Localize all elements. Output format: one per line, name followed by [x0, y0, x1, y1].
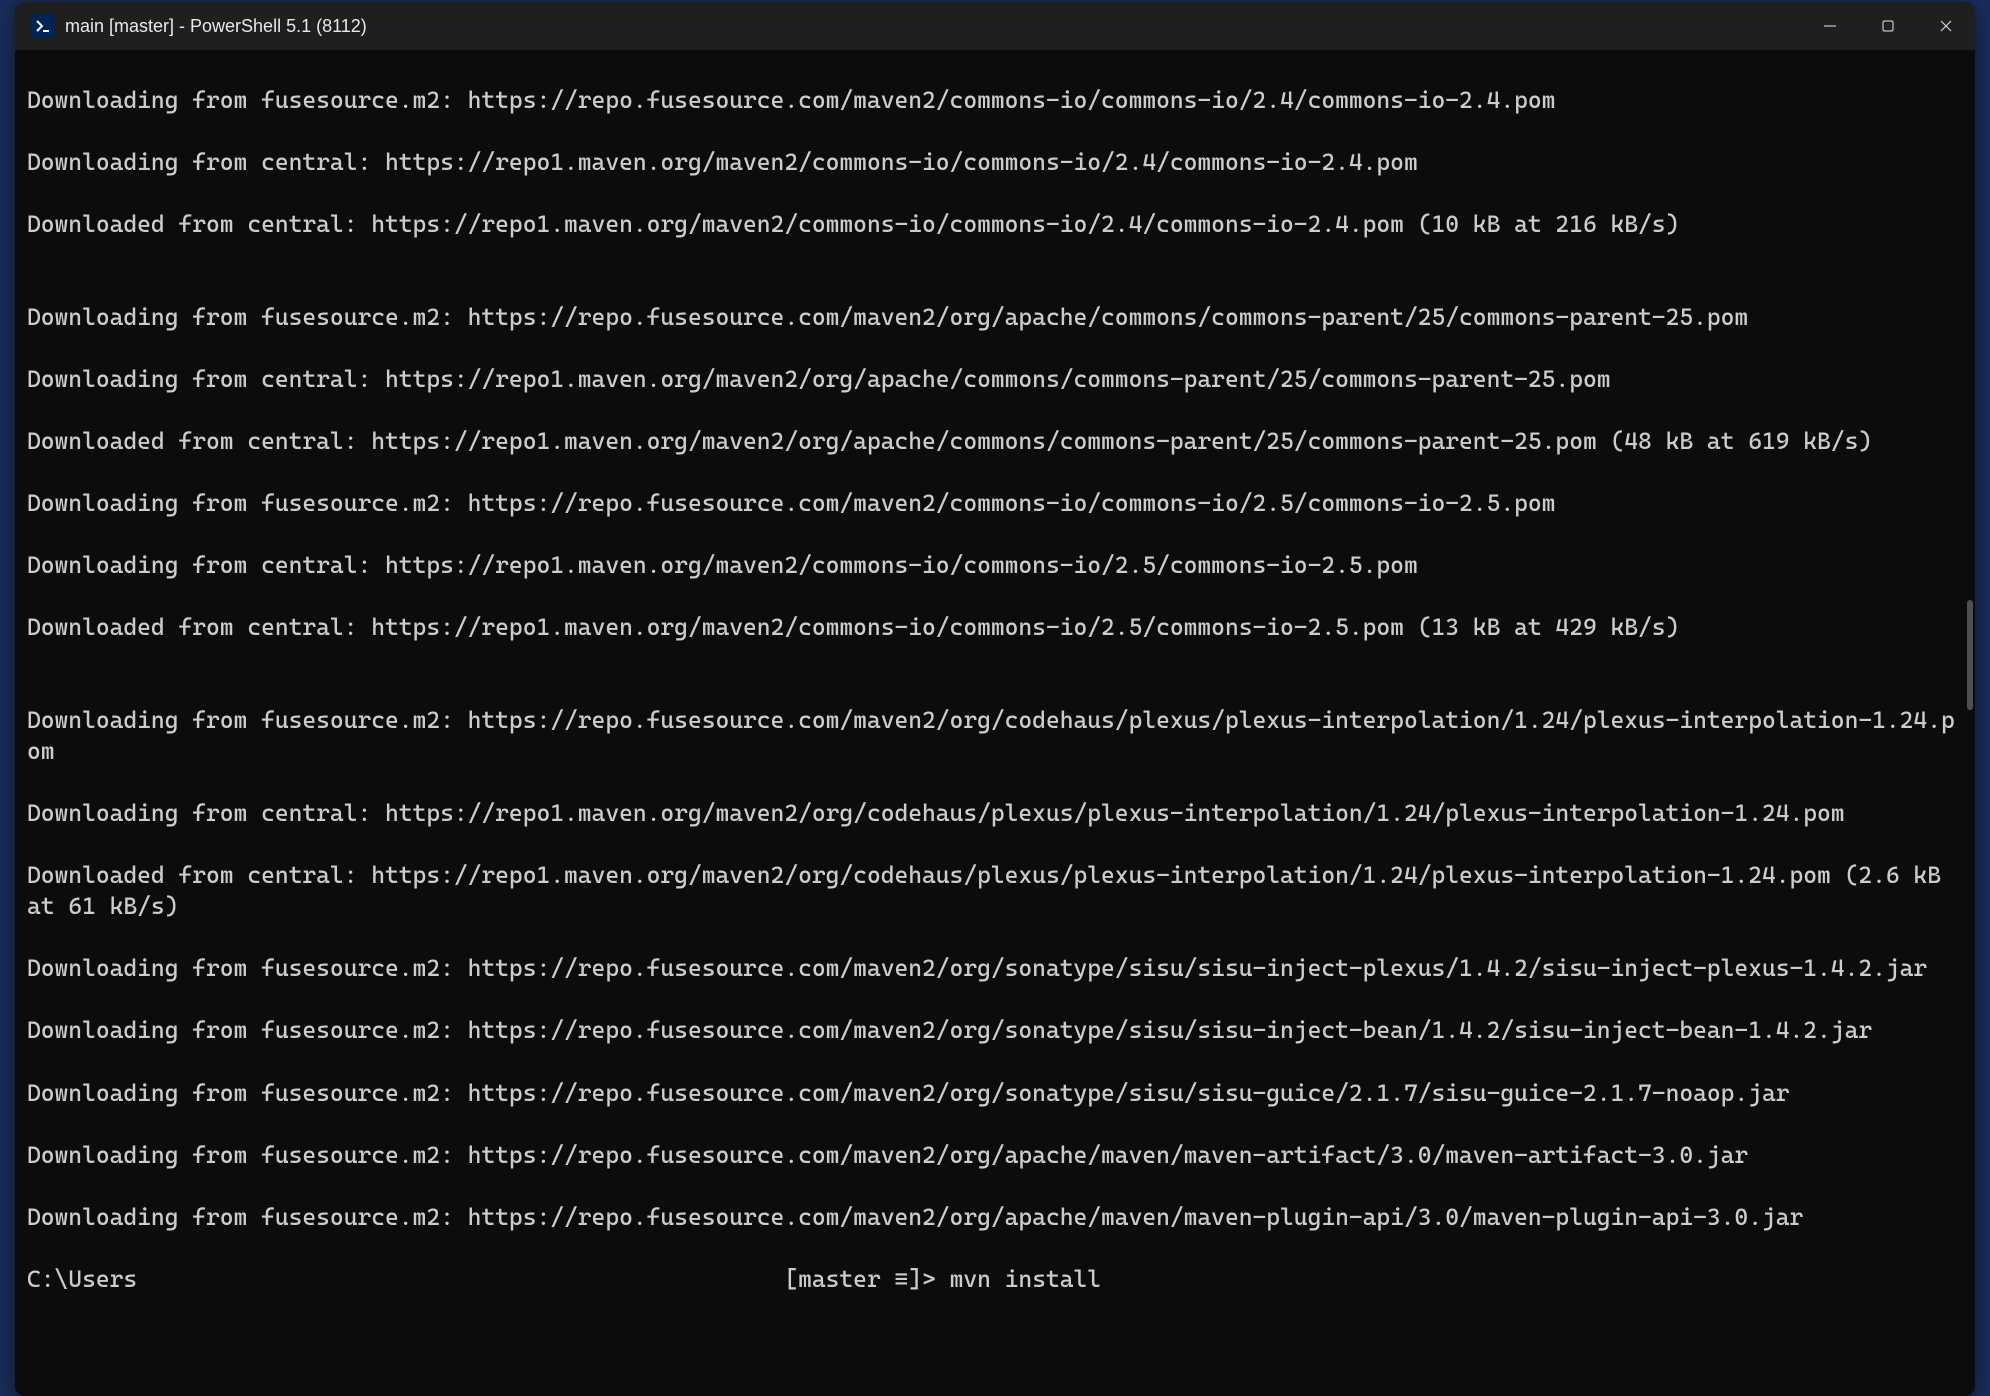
- output-line: Downloading from fusesource.m2: https://…: [27, 85, 1963, 116]
- terminal-output[interactable]: Downloading from fusesource.m2: https://…: [15, 50, 1975, 1396]
- output-line: Downloading from fusesource.m2: https://…: [27, 302, 1963, 333]
- output-line: Downloading from central: https://repo1.…: [27, 147, 1963, 178]
- output-line: Downloaded from central: https://repo1.m…: [27, 209, 1963, 240]
- output-line: Downloading from fusesource.m2: https://…: [27, 705, 1963, 767]
- titlebar[interactable]: main [master] - PowerShell 5.1 (8112): [15, 2, 1975, 50]
- output-line: Downloading from fusesource.m2: https://…: [27, 488, 1963, 519]
- window-title: main [master] - PowerShell 5.1 (8112): [65, 16, 367, 37]
- window-controls: [1801, 2, 1975, 50]
- output-line: Downloaded from central: https://repo1.m…: [27, 860, 1963, 922]
- powershell-icon: [31, 14, 55, 38]
- minimize-button[interactable]: [1801, 2, 1859, 50]
- output-line: Downloading from central: https://repo1.…: [27, 798, 1963, 829]
- output-line: Downloading from fusesource.m2: https://…: [27, 1078, 1963, 1109]
- prompt-path: C:\Users: [27, 1265, 137, 1293]
- output-line: Downloading from fusesource.m2: https://…: [27, 1015, 1963, 1046]
- prompt-command: mvn install: [950, 1265, 1101, 1293]
- prompt-branch: [master ≡]>: [784, 1265, 935, 1293]
- close-button[interactable]: [1917, 2, 1975, 50]
- output-line: Downloading from fusesource.m2: https://…: [27, 953, 1963, 984]
- output-line: Downloading from central: https://repo1.…: [27, 550, 1963, 581]
- output-line: Downloaded from central: https://repo1.m…: [27, 612, 1963, 643]
- prompt-line[interactable]: C:\Users [master ≡]> mvn install: [27, 1264, 1963, 1295]
- scrollbar-thumb[interactable]: [1967, 600, 1973, 710]
- titlebar-left: main [master] - PowerShell 5.1 (8112): [31, 14, 367, 38]
- output-line: Downloading from fusesource.m2: https://…: [27, 1202, 1963, 1233]
- maximize-button[interactable]: [1859, 2, 1917, 50]
- output-line: Downloading from fusesource.m2: https://…: [27, 1140, 1963, 1171]
- output-line: Downloaded from central: https://repo1.m…: [27, 426, 1963, 457]
- output-line: Downloading from central: https://repo1.…: [27, 364, 1963, 395]
- terminal-window: main [master] - PowerShell 5.1 (8112) Do…: [15, 2, 1975, 1396]
